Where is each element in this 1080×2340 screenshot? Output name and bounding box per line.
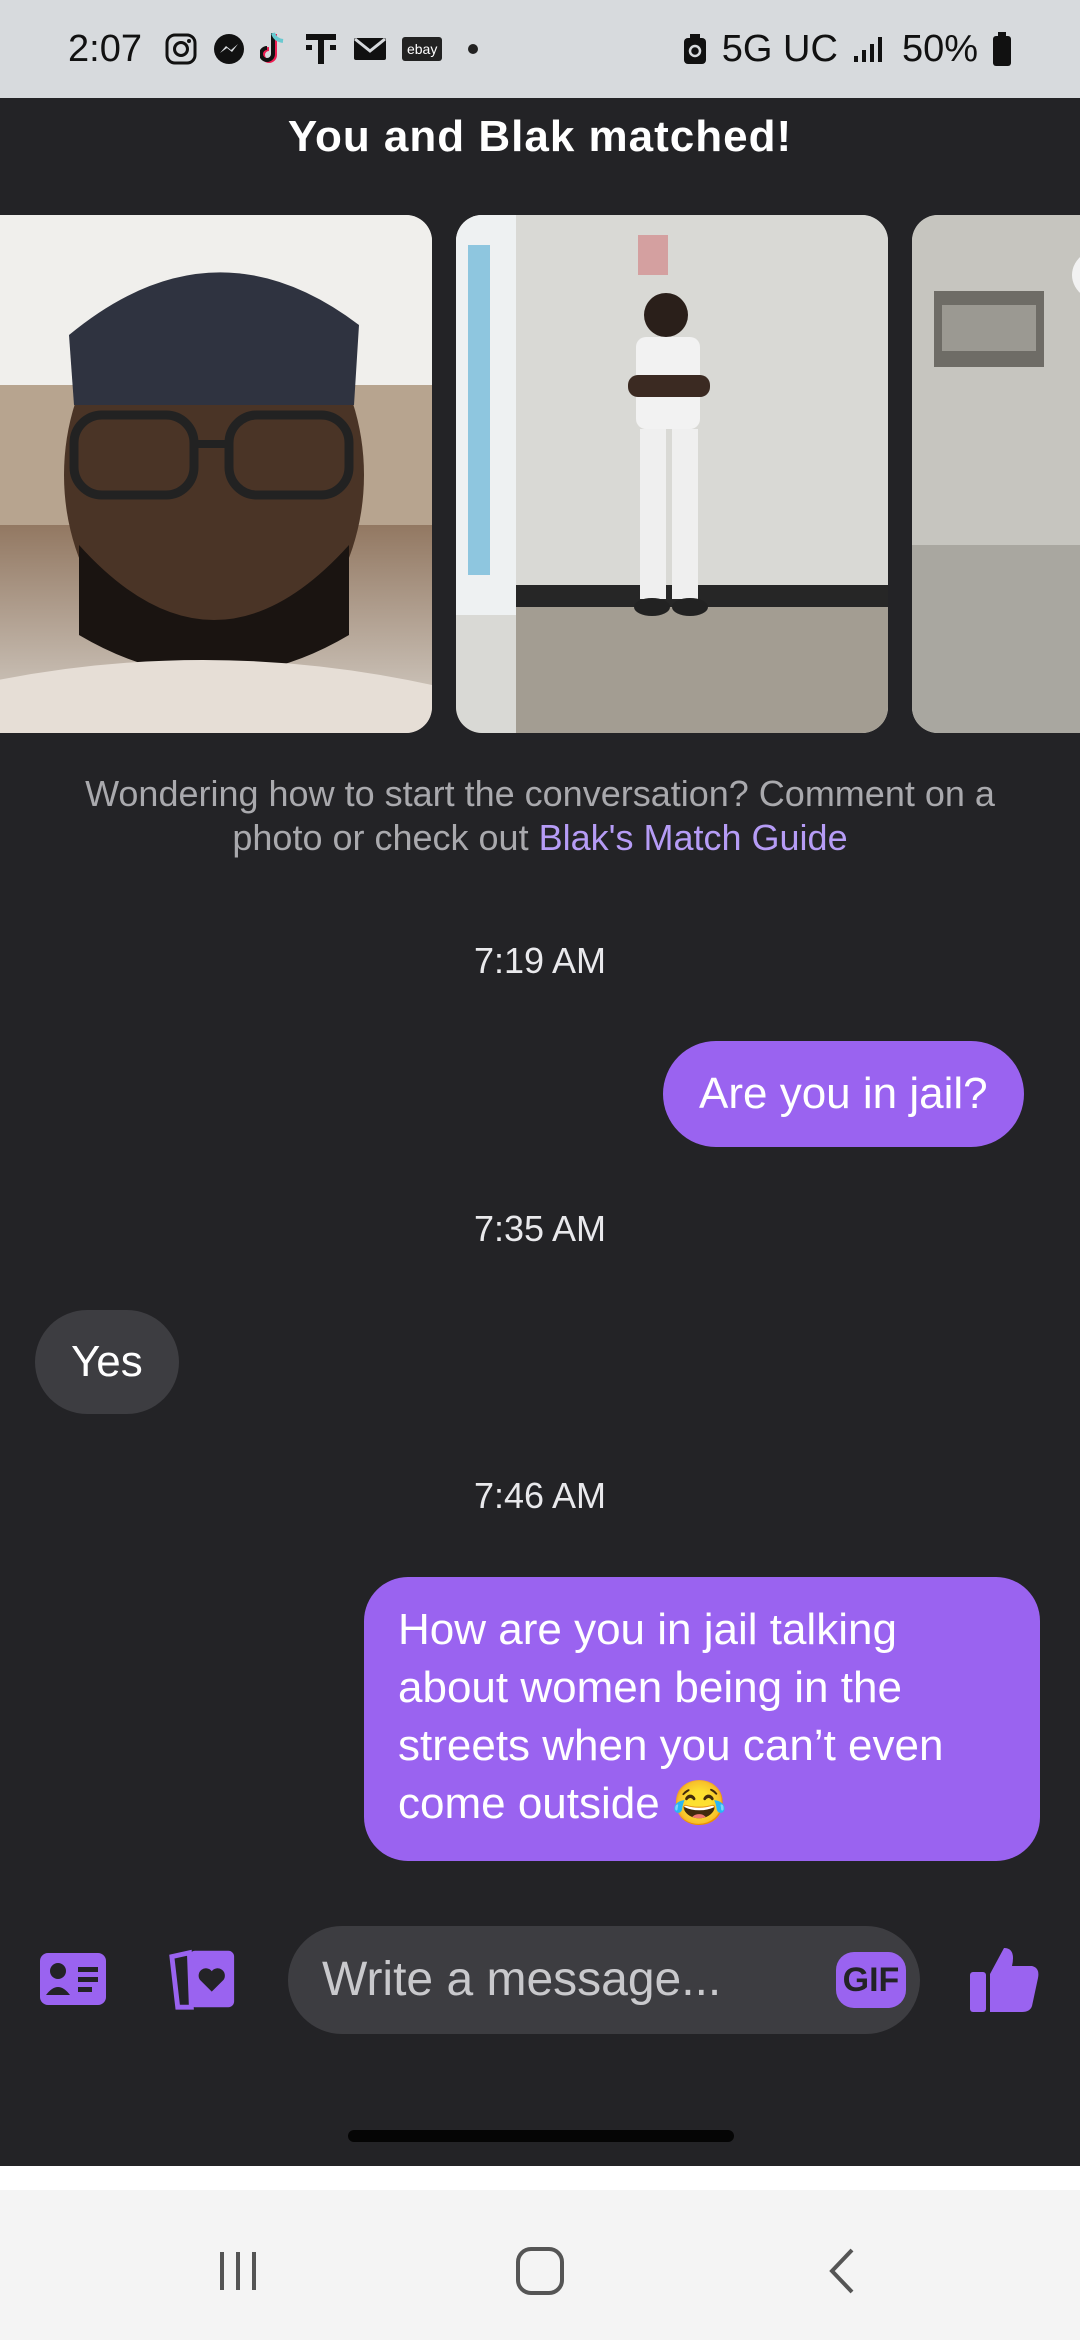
message-input-placeholder: Write a message... <box>322 1953 722 2006</box>
received-message-bubble[interactable]: Yes <box>35 1310 179 1414</box>
gif-button[interactable]: GIF <box>836 1952 906 2008</box>
status-time: 2:07 <box>68 27 142 70</box>
match-title: You and Blak matched! <box>287 112 793 161</box>
recent-apps-icon[interactable] <box>198 2236 278 2306</box>
wall-illustration <box>912 215 1080 733</box>
messenger-icon <box>212 32 246 66</box>
conversation-prompt: Wondering how to start the conversation?… <box>40 772 1040 860</box>
battery-percent: 50% <box>901 27 978 70</box>
mail-icon <box>352 35 388 63</box>
instagram-icon <box>164 32 198 66</box>
home-indicator <box>348 2130 734 2142</box>
home-icon[interactable] <box>500 2236 580 2306</box>
laughing-emoji: 😂 <box>671 1779 727 1828</box>
selfie-illustration <box>0 215 432 733</box>
profile-photo-2[interactable] <box>456 215 888 733</box>
status-bar: 2:07 ebay 5G UC 50% <box>0 0 1080 98</box>
message-input[interactable]: Write a message... GIF <box>288 1926 920 2034</box>
sent-message-bubble[interactable]: How are you in jail talking about women … <box>364 1577 1040 1861</box>
heart-card-icon[interactable] <box>168 1944 238 2014</box>
message-text: Are you in jail? <box>699 1069 988 1118</box>
back-icon[interactable] <box>802 2236 882 2306</box>
standing-illustration <box>456 215 888 733</box>
battery-icon <box>992 31 1012 67</box>
message-timestamp: 7:35 AM <box>473 1208 607 1249</box>
sent-message-bubble[interactable]: Are you in jail? <box>663 1041 1024 1147</box>
message-timestamp: 7:46 AM <box>473 1475 607 1516</box>
tiktok-icon <box>259 31 290 67</box>
profile-photo-1[interactable] <box>0 215 432 733</box>
message-text: Yes <box>71 1337 143 1386</box>
android-nav-bar <box>0 2166 1080 2340</box>
ebay-icon: ebay <box>401 37 443 61</box>
nav-strip <box>0 2166 1080 2190</box>
network-label: 5G UC <box>721 27 838 70</box>
status-left: 2:07 ebay <box>68 0 479 98</box>
notification-dot-icon <box>468 44 479 54</box>
message-text: How are you in jail talking about women … <box>398 1605 944 1828</box>
match-guide-link[interactable]: Blak's Match Guide <box>539 817 848 858</box>
message-timestamp: 7:19 AM <box>473 940 607 981</box>
t-mobile-icon <box>304 31 338 67</box>
status-right: 5G UC 50% <box>682 0 1012 98</box>
thumbs-up-icon[interactable] <box>966 1944 1042 2014</box>
profile-photo-3[interactable] <box>912 215 1080 733</box>
signal-icon <box>852 34 888 64</box>
data-saver-icon <box>682 32 708 66</box>
profile-card-icon[interactable] <box>38 1944 108 2014</box>
